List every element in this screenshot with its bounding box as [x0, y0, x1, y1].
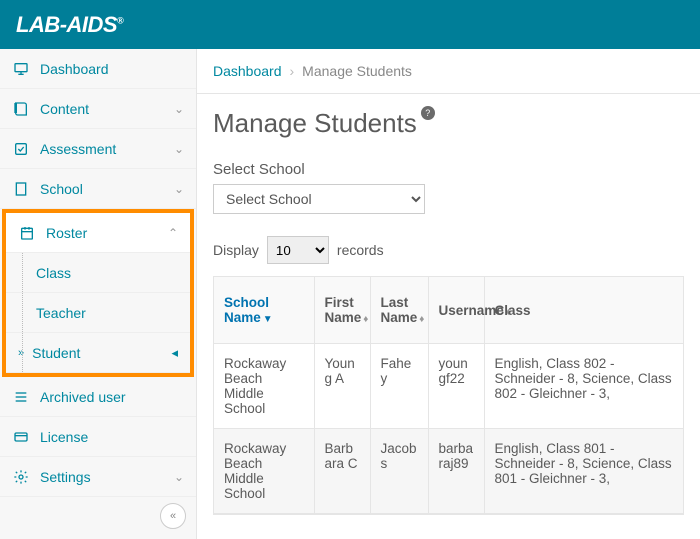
- gear-icon: [12, 468, 30, 486]
- sidebar-item-label: Roster: [46, 225, 168, 241]
- sidebar-item-archived-user[interactable]: Archived user: [0, 377, 196, 417]
- sidebar-subitem-student[interactable]: » Student ◂: [6, 333, 190, 373]
- card-icon: [12, 428, 30, 446]
- sidebar-subitem-label: Student: [32, 345, 171, 361]
- cell-school: Rockaway Beach Middle School: [214, 429, 314, 514]
- breadcrumb-separator-icon: ›: [290, 63, 295, 79]
- sidebar: Dashboard Content ⌄ Assessment ⌄ School …: [0, 49, 197, 539]
- sidebar-subitem-teacher[interactable]: Teacher: [6, 293, 190, 333]
- page-title-text: Manage Students: [213, 108, 417, 139]
- sidebar-item-label: Settings: [40, 469, 174, 485]
- book-icon: [12, 100, 30, 118]
- column-header-label: Class: [495, 303, 531, 318]
- topbar: LAB-AIDS®: [0, 0, 700, 49]
- column-header-last-name[interactable]: Last Name♦: [370, 277, 428, 344]
- roster-highlight-box: Roster ⌃ Class Teacher » Student ◂: [2, 209, 194, 377]
- sidebar-item-label: Dashboard: [40, 61, 184, 77]
- sidebar-collapse-button[interactable]: «: [160, 503, 186, 529]
- chevron-down-icon: ⌄: [174, 142, 184, 156]
- display-label: Display: [213, 242, 259, 258]
- chevron-down-icon: ⌄: [174, 470, 184, 484]
- active-marker-icon: »: [18, 347, 24, 359]
- sidebar-item-label: Archived user: [40, 389, 184, 405]
- sidebar-item-label: License: [40, 429, 184, 445]
- column-header-school-name[interactable]: School Name▼: [214, 277, 314, 344]
- monitor-icon: [12, 60, 30, 78]
- column-header-class[interactable]: Class: [484, 277, 684, 344]
- cell-class: English, Class 801 - Schneider - 8, Scie…: [484, 429, 684, 514]
- cell-class: English, Class 802 - Schneider - 8, Scie…: [484, 344, 684, 429]
- check-square-icon: [12, 140, 30, 158]
- students-table: School Name▼ First Name♦ Last Name♦ User…: [214, 277, 684, 514]
- sort-icon: ♦: [363, 314, 368, 325]
- sidebar-item-label: Content: [40, 101, 174, 117]
- sidebar-item-license[interactable]: License: [0, 417, 196, 457]
- sidebar-subitem-label: Class: [36, 265, 178, 281]
- breadcrumb: Dashboard › Manage Students: [197, 49, 700, 94]
- brand-logo: LAB-AIDS®: [16, 12, 123, 38]
- records-label: records: [337, 242, 384, 258]
- chevron-down-icon: ⌄: [174, 102, 184, 116]
- chevron-up-icon: ⌃: [168, 226, 178, 240]
- sidebar-item-label: School: [40, 181, 174, 197]
- sort-desc-icon: ▼: [263, 314, 273, 325]
- cell-first-name: Young A: [314, 344, 370, 429]
- cell-username: barbaraj89: [428, 429, 484, 514]
- chevron-down-icon: ⌄: [174, 182, 184, 196]
- display-count-select[interactable]: 10: [267, 236, 329, 264]
- registered-mark: ®: [117, 15, 123, 25]
- display-records-row: Display 10 records: [213, 236, 684, 264]
- column-header-label: Last Name: [381, 295, 418, 325]
- column-header-username[interactable]: Username♦: [428, 277, 484, 344]
- cell-first-name: Barbara C: [314, 429, 370, 514]
- table-row: Rockaway Beach Middle School Young A Fah…: [214, 344, 684, 429]
- cell-last-name: Fahey: [370, 344, 428, 429]
- brand-text: LAB-AIDS: [16, 12, 117, 37]
- cell-last-name: Jacobs: [370, 429, 428, 514]
- select-school-dropdown[interactable]: Select School: [213, 184, 425, 214]
- sidebar-subitem-class[interactable]: Class: [6, 253, 190, 293]
- help-icon[interactable]: ?: [421, 106, 435, 120]
- sidebar-item-school[interactable]: School ⌄: [0, 169, 196, 209]
- select-school-label: Select School: [213, 161, 684, 178]
- table-row: Rockaway Beach Middle School Barbara C J…: [214, 429, 684, 514]
- main-content: Dashboard › Manage Students Manage Stude…: [197, 49, 700, 539]
- cell-username: youngf22: [428, 344, 484, 429]
- sidebar-item-label: Assessment: [40, 141, 174, 157]
- column-header-label: First Name: [325, 295, 362, 325]
- content-area: Manage Students ? Select School Select S…: [197, 94, 700, 529]
- sort-icon: ♦: [419, 314, 424, 325]
- sidebar-item-content[interactable]: Content ⌄: [0, 89, 196, 129]
- layout: Dashboard Content ⌄ Assessment ⌄ School …: [0, 49, 700, 539]
- calendar-icon: [18, 224, 36, 242]
- sidebar-item-roster[interactable]: Roster ⌃: [6, 213, 190, 253]
- column-header-first-name[interactable]: First Name♦: [314, 277, 370, 344]
- table-header-row: School Name▼ First Name♦ Last Name♦ User…: [214, 277, 684, 344]
- list-icon: [12, 388, 30, 406]
- cell-school: Rockaway Beach Middle School: [214, 344, 314, 429]
- sidebar-item-assessment[interactable]: Assessment ⌄: [0, 129, 196, 169]
- sidebar-item-dashboard[interactable]: Dashboard: [0, 49, 196, 89]
- breadcrumb-current: Manage Students: [302, 63, 412, 79]
- page-title: Manage Students ?: [213, 108, 684, 139]
- students-table-wrap: School Name▼ First Name♦ Last Name♦ User…: [213, 276, 684, 515]
- breadcrumb-root[interactable]: Dashboard: [213, 63, 282, 79]
- sidebar-item-settings[interactable]: Settings ⌄: [0, 457, 196, 497]
- sidebar-subitem-label: Teacher: [36, 305, 178, 321]
- building-icon: [12, 180, 30, 198]
- caret-left-icon: ◂: [171, 345, 178, 361]
